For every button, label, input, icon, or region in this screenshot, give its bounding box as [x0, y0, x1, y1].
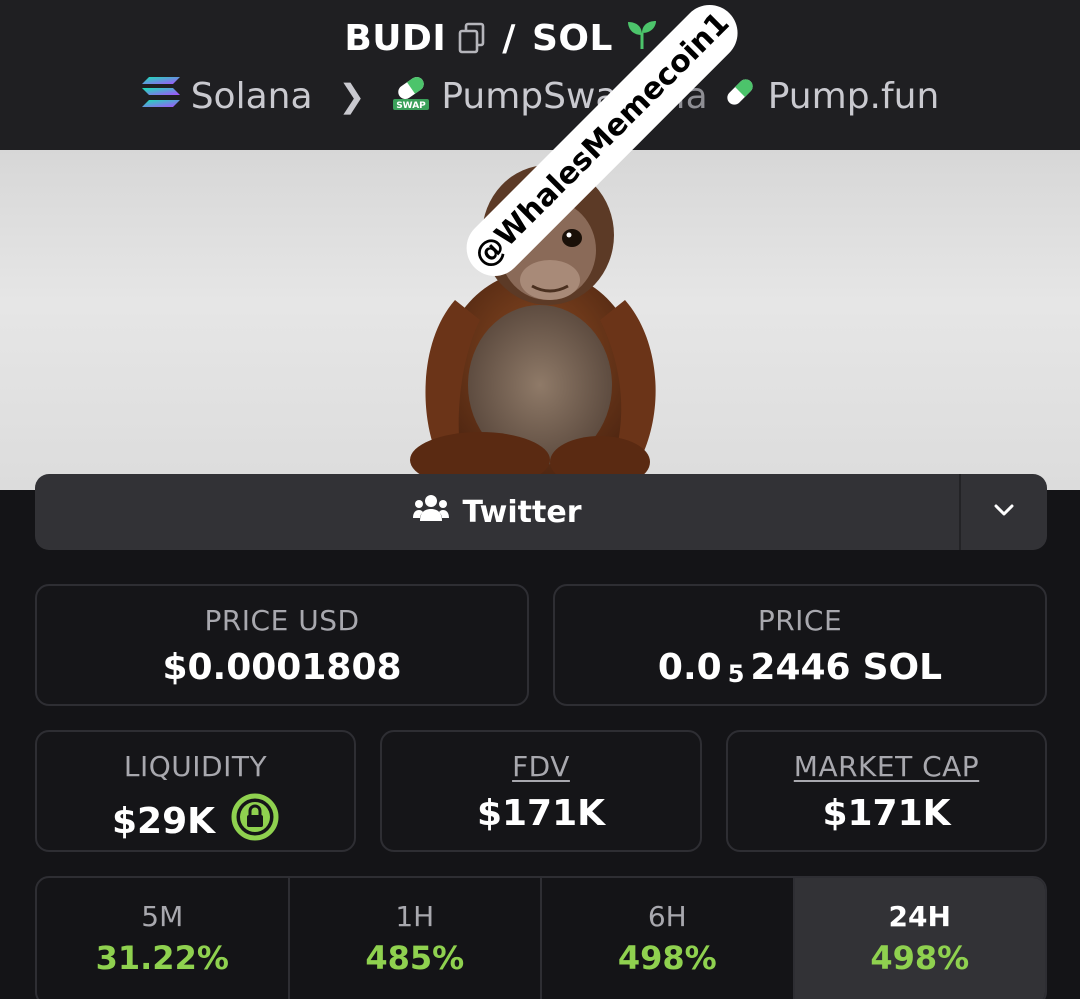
- fdv-card: FDV $171K: [380, 730, 702, 852]
- tab-24h[interactable]: 24H 498%: [794, 878, 1045, 999]
- breadcrumb: Solana ❯ SWAP PumpSwap via: [0, 70, 1080, 122]
- market-cap-value: $171K: [728, 793, 1045, 834]
- price-native-prefix: 0.0: [657, 647, 722, 688]
- tab-5m[interactable]: 5M 31.22%: [37, 878, 290, 999]
- token-page: BUDI / SOL Solana ❯ SWAP PumpSwap Pump.f…: [0, 0, 1080, 999]
- timeframe-label: 24H: [888, 900, 951, 933]
- tab-1h[interactable]: 1H 485%: [290, 878, 542, 999]
- liquidity-value: $29K: [37, 793, 354, 850]
- market-cap-card: MARKET CAP $171K: [726, 730, 1047, 852]
- price-usd-value: $0.0001808: [37, 647, 527, 688]
- timeframe-change: 498%: [617, 939, 717, 977]
- timeframe-tabs: 5M 31.22% 1H 485% 6H 498% 24H 498%: [35, 876, 1047, 999]
- socials-dropdown-button[interactable]: [959, 474, 1047, 550]
- chain-name: Solana: [190, 75, 313, 117]
- breadcrumb-chain[interactable]: Solana: [141, 75, 313, 118]
- price-native-digits: 2446: [750, 647, 851, 688]
- twitter-button[interactable]: Twitter: [35, 474, 959, 550]
- liquidity-label: LIQUIDITY: [123, 750, 268, 783]
- price-native-unit: SOL: [862, 647, 943, 688]
- socials-bar: Twitter: [35, 474, 1047, 550]
- twitter-label: Twitter: [462, 494, 582, 530]
- price-native-label: PRICE: [757, 604, 843, 637]
- pair-title: BUDI / SOL: [0, 12, 1080, 64]
- tab-6h[interactable]: 6H 498%: [542, 878, 795, 999]
- launchpad-name: Pump.fun: [767, 75, 940, 117]
- pair-separator: /: [502, 17, 516, 59]
- liquidity-amount: $29K: [111, 801, 216, 842]
- price-native-value: 0.0 5 2446 SOL: [555, 647, 1045, 688]
- pair-header: BUDI / SOL Solana ❯ SWAP PumpSwap Pump.f…: [0, 0, 1080, 150]
- solana-icon: [141, 75, 181, 118]
- timeframe-change: 31.22%: [95, 939, 229, 977]
- copy-icon[interactable]: [458, 22, 486, 54]
- timeframe-label: 5M: [141, 900, 184, 933]
- price-native-zero-count: 5: [727, 659, 745, 688]
- lock-icon[interactable]: [231, 793, 279, 850]
- price-usd-amount: $0.0001808: [162, 647, 402, 688]
- price-usd-label: PRICE USD: [204, 604, 360, 637]
- fdv-label[interactable]: FDV: [382, 750, 700, 783]
- market-cap-amount: $171K: [822, 793, 951, 834]
- liquidity-card: LIQUIDITY $29K: [35, 730, 356, 852]
- timeframe-change: 498%: [870, 939, 970, 977]
- timeframe-label: 1H: [395, 900, 435, 933]
- swap-badge-text: SWAP: [397, 101, 427, 111]
- price-native-card: PRICE 0.0 5 2446 SOL: [553, 584, 1047, 706]
- users-icon: [412, 494, 449, 530]
- timeframe-change: 485%: [365, 939, 465, 977]
- base-symbol: BUDI: [344, 17, 447, 59]
- market-cap-label[interactable]: MARKET CAP: [728, 750, 1045, 783]
- pill-icon: [722, 74, 758, 119]
- chevron-right-icon: ❯: [338, 77, 366, 115]
- price-usd-card: PRICE USD $0.0001808: [35, 584, 529, 706]
- timeframe-label: 6H: [647, 900, 687, 933]
- breadcrumb-launchpad[interactable]: Pump.fun: [722, 74, 940, 119]
- pumpswap-icon: SWAP: [391, 72, 431, 121]
- fdv-value: $171K: [382, 793, 700, 834]
- chevron-down-icon: [992, 502, 1016, 522]
- fdv-amount: $171K: [476, 793, 606, 834]
- quote-symbol: SOL: [531, 17, 613, 59]
